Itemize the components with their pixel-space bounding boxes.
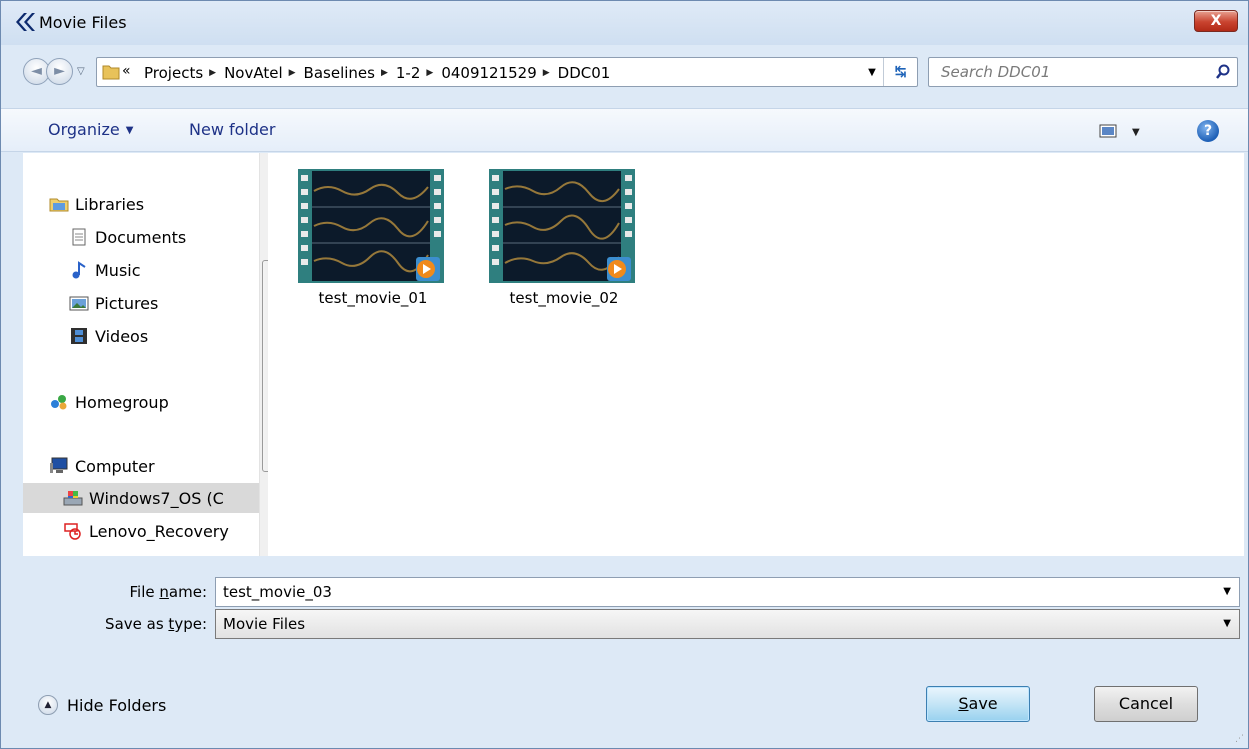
sidebar-item-lenovo-recovery[interactable]: Lenovo_Recovery (63, 516, 259, 546)
view-options-dropdown-icon[interactable]: ▼ (1132, 127, 1140, 138)
organize-label: Organize (48, 120, 120, 139)
sidebar-item-label: Homegroup (75, 392, 169, 412)
save-accelerator: S (958, 694, 969, 713)
forward-button[interactable]: ► (46, 58, 73, 85)
file-name-label: File name: (103, 583, 207, 601)
help-button[interactable]: ? (1197, 120, 1219, 142)
breadcrumb-separator-icon[interactable]: ▶ (289, 68, 304, 78)
file-name-label: test_movie_02 (509, 289, 619, 307)
sidebar-item-windows7-os[interactable]: Windows7_OS (C (23, 483, 259, 513)
sidebar-item-label: Documents (95, 227, 187, 247)
label-part: File (129, 583, 160, 601)
documents-icon (72, 228, 86, 246)
file-name-value: test_movie_03 (223, 583, 332, 601)
hide-folders-button[interactable]: ▲ Hide Folders (38, 695, 166, 715)
app-logo-icon (16, 13, 35, 31)
breadcrumb-novatel[interactable]: NovAtel (224, 64, 289, 82)
sidebar-item-pictures[interactable]: Pictures (69, 288, 259, 318)
breadcrumb-projects[interactable]: Projects (144, 64, 209, 82)
movie-thumbnail-icon (489, 169, 635, 283)
address-bar[interactable]: « Projects ▶ NovAtel ▶ Baselines ▶ 1-2 ▶… (96, 57, 918, 87)
chevron-down-icon[interactable]: ▼ (1223, 618, 1231, 629)
navigation-bar: ◄ ► ▽ « Projects ▶ NovAtel ▶ Baselines ▶… (1, 45, 1248, 93)
computer-icon (50, 457, 68, 473)
save-as-type-select[interactable]: Movie Files ▼ (215, 609, 1240, 639)
file-name-label: test_movie_01 (318, 289, 428, 307)
drive-icon (63, 491, 83, 506)
sidebar-item-label: Lenovo_Recovery (89, 521, 229, 541)
breadcrumb-1-2[interactable]: 1-2 (396, 64, 427, 82)
chevron-down-icon: ▼ (125, 125, 134, 136)
refresh-button[interactable]: ↹ (883, 58, 917, 86)
breadcrumb-separator-icon[interactable]: ▶ (381, 68, 396, 78)
videos-icon (71, 328, 87, 344)
search-input[interactable]: Search DDC01 (928, 57, 1238, 87)
homegroup-icon (51, 395, 67, 410)
label-accelerator: n (159, 583, 169, 601)
file-item[interactable]: test_movie_01 (293, 169, 444, 314)
sidebar-item-videos[interactable]: Videos (69, 321, 259, 351)
change-view-icon[interactable] (1099, 123, 1117, 139)
search-placeholder: Search DDC01 (941, 63, 1051, 81)
recovery-drive-icon (64, 523, 81, 540)
sidebar-item-music[interactable]: Music (69, 255, 259, 285)
save-button[interactable]: Save (926, 686, 1030, 722)
resize-grip-icon[interactable]: ⋰ (1235, 734, 1244, 744)
file-item[interactable]: test_movie_02 (484, 169, 635, 314)
chevron-up-icon: ▲ (38, 695, 58, 715)
breadcrumb-separator-icon[interactable]: ▶ (426, 68, 441, 78)
sidebar-item-libraries[interactable]: Libraries (49, 189, 259, 219)
music-icon (72, 261, 86, 279)
sidebar-item-label: Pictures (95, 293, 159, 313)
title-bar: Movie Files X (1, 1, 1248, 45)
breadcrumb-0409121529[interactable]: 0409121529 (441, 64, 542, 82)
movie-thumbnail-icon (298, 169, 444, 283)
sidebar-item-documents[interactable]: Documents (69, 222, 259, 252)
label-part: ame: (168, 583, 207, 601)
sidebar-item-label: Videos (95, 326, 149, 346)
breadcrumb-ddc01[interactable]: DDC01 (558, 64, 617, 82)
cancel-button[interactable]: Cancel (1094, 686, 1198, 722)
close-button[interactable]: X (1194, 10, 1238, 32)
breadcrumb-baselines[interactable]: Baselines (304, 64, 381, 82)
path-overflow-icon[interactable]: « (122, 63, 131, 79)
folder-icon (102, 65, 120, 80)
label-part: ype: (174, 615, 207, 633)
sidebar-item-label: Libraries (75, 194, 145, 214)
search-icon[interactable] (1215, 64, 1231, 80)
breadcrumb-separator-icon[interactable]: ▶ (209, 68, 224, 78)
breadcrumb-separator-icon[interactable]: ▶ (543, 68, 558, 78)
sidebar-item-label: Music (95, 260, 141, 280)
pictures-icon (69, 296, 89, 311)
sidebar-item-homegroup[interactable]: Homegroup (49, 387, 259, 417)
sidebar-item-label: Computer (75, 456, 155, 476)
hide-folders-label: Hide Folders (67, 695, 167, 715)
libraries-icon (49, 198, 69, 212)
recent-locations-icon[interactable]: ▽ (77, 67, 87, 77)
chevron-down-icon[interactable]: ▼ (1223, 586, 1231, 597)
organize-button[interactable]: Organize ▼ (48, 120, 133, 139)
save-dialog: Movie Files X ◄ ► ▽ « Projects ▶ NovAtel… (0, 0, 1249, 749)
address-dropdown-icon[interactable]: ▼ (865, 63, 879, 83)
save-as-type-value: Movie Files (223, 615, 306, 633)
new-folder-button[interactable]: New folder (189, 120, 275, 139)
label-part: Save as (105, 615, 169, 633)
breadcrumb: « Projects ▶ NovAtel ▶ Baselines ▶ 1-2 ▶… (122, 63, 617, 83)
command-toolbar: Organize ▼ New folder ▼ ? (1, 108, 1248, 152)
file-list: test_movie_01 test_movie_02 (268, 153, 1244, 556)
file-name-input[interactable]: test_movie_03 ▼ (215, 577, 1240, 607)
save-label: ave (968, 694, 998, 713)
window-title: Movie Files (39, 13, 127, 32)
save-as-type-label: Save as type: (77, 615, 207, 633)
sidebar-item-label: Windows7_OS (C (89, 488, 224, 508)
sidebar-item-computer[interactable]: Computer (49, 451, 259, 481)
navigation-pane: Libraries Documents Music Pictures Video… (23, 153, 287, 556)
